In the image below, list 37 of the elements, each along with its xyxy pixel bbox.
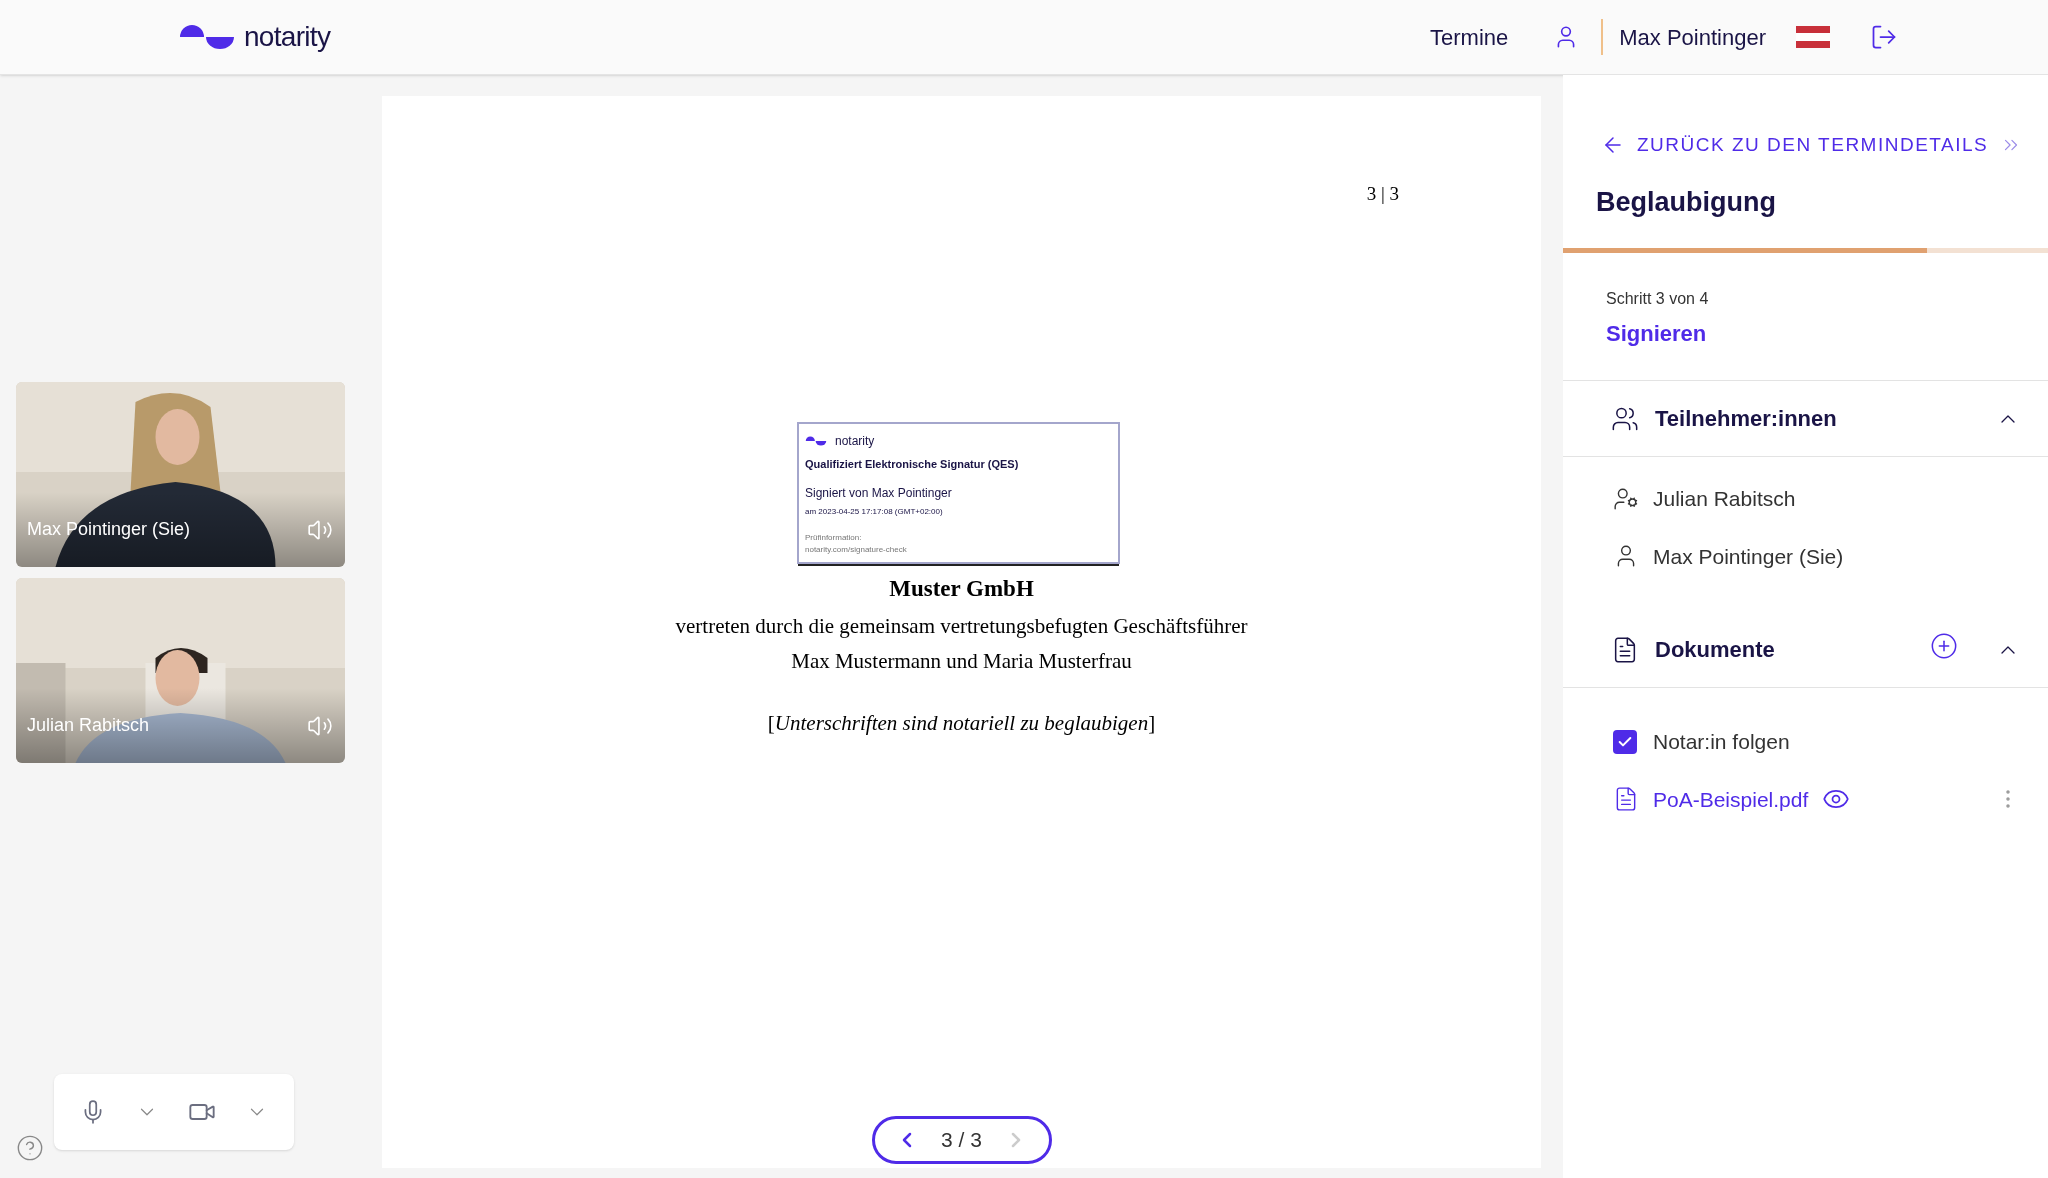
add-icon[interactable] [1930,631,1958,660]
document-text: vertreten durch die gemeinsam vertretungsbefugten Geschäftsführer [675,612,1248,640]
back-link[interactable]: ZURÜCK ZU DEN TERMINDETAILS [1637,131,1989,160]
file-link[interactable]: PoA-Beispiel.pdf [1653,783,1809,815]
page-indicator: 3 / 3 [941,1127,982,1154]
help-icon[interactable] [16,1134,44,1162]
page-number: 3 | 3 [1366,182,1399,206]
panel-title: Beglaubigung [1595,185,1777,219]
step-name: Signieren [1606,320,1708,348]
checkbox[interactable] [1613,729,1637,754]
checkbox-label: Notar:in folgen [1653,729,1790,755]
participant-name: Max Pointinger (Sie) [1653,543,1844,570]
section-header[interactable]: Dokumente [1563,612,2048,688]
bracket: [ [767,709,775,737]
signature-title: Qualifiziert Elektronische Signatur (QES) [805,456,1020,472]
signer: Signiert von Max Pointinger [805,485,953,502]
nav-link[interactable]: Termine [1430,20,1509,54]
check-url: notarity.com/signature-check [805,544,908,556]
participant-name: Julian Rabitsch [27,714,150,737]
company-name: Muster GmbH [889,575,1034,603]
brand-name: notarity [244,20,331,54]
signature-note: Unterschriften sind notariell zu beglaubigen [774,709,1149,737]
participant-name: Julian Rabitsch [1653,486,1796,512]
brand-name: notarity [835,432,875,450]
step-label: Schritt 3 von 4 [1606,289,1710,309]
logout-icon[interactable] [1870,23,1898,51]
check-label: Prüfinformation: [805,532,863,544]
signature-date: am 2023-04-25 17:17:08 (GMT+02:00) [805,506,944,518]
flag-icon[interactable] [1796,26,1830,48]
user-name: Max Pointinger [1619,23,1766,52]
section-title: Dokumente [1655,636,1776,664]
section-title: Teilnehmer:innen [1655,405,1838,433]
bracket: ] [1148,709,1156,737]
section-header[interactable]: Teilnehmer:innen [1563,381,2048,457]
document-text: Max Mustermann und Maria Musterfrau [791,648,1132,675]
logo-icon [805,435,827,446]
logo-icon [178,24,236,50]
